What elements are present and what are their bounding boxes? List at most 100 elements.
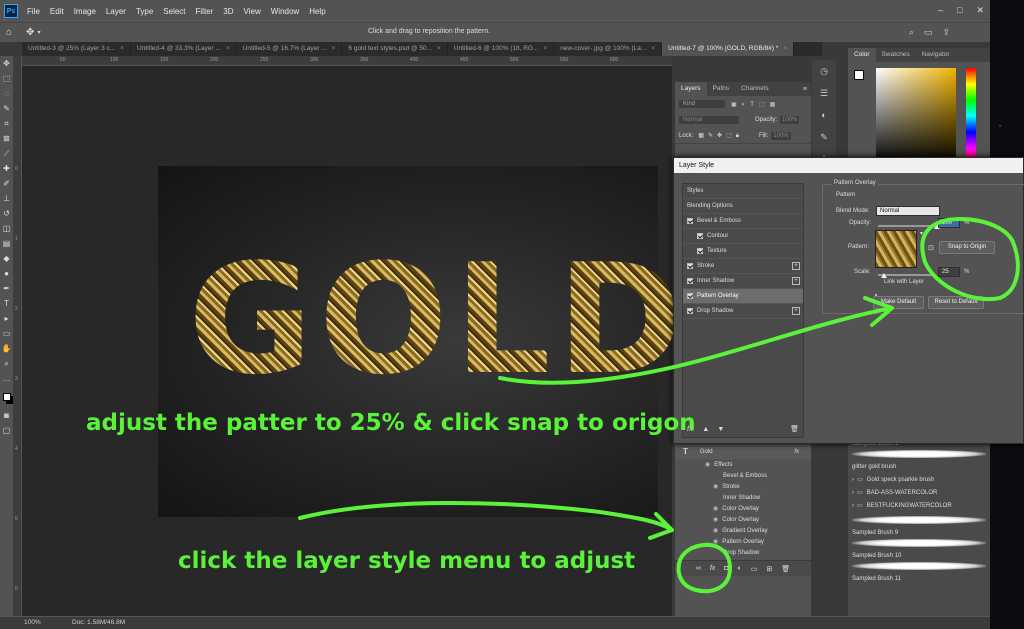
adjustments-panel-icon[interactable]: ◐	[812, 104, 836, 126]
brush-item[interactable]: Sampled Brush 10	[848, 549, 990, 562]
eye-icon[interactable]: ◉	[713, 538, 718, 545]
checkbox[interactable]	[687, 293, 693, 299]
add-mask-icon[interactable]: ◘	[724, 565, 728, 572]
delete-layer-icon[interactable]: 🗑︎	[781, 565, 790, 573]
add-layer-style-icon[interactable]: fx	[710, 565, 715, 572]
search-icon[interactable]: ⌕	[909, 27, 914, 38]
tab-untitled-3[interactable]: Untitled-3 @ 25% (Layer 3 c... ×	[22, 42, 131, 56]
style-item-drop-shadow[interactable]: Drop Shadow +	[683, 304, 803, 319]
brush-item[interactable]: Sampled Brush 11	[848, 572, 990, 585]
tab-untitled-5[interactable]: Untitled-5 @ 16.7% (Layer ... ×	[237, 42, 343, 56]
close-tab-icon[interactable]: ×	[437, 45, 441, 52]
close-tab-icon[interactable]: ×	[651, 45, 655, 52]
lock-icons[interactable]: ▦✎✥⬚🔒︎	[698, 132, 743, 140]
marquee-tool-icon[interactable]: ⬚	[0, 71, 13, 86]
tab-layers[interactable]: Layers	[675, 82, 707, 96]
add-effect-icon[interactable]: +	[792, 277, 800, 285]
effect-item[interactable]: ◉ Color Overlay	[675, 503, 811, 514]
share-icon[interactable]: ⇪	[942, 27, 950, 38]
menu-help[interactable]: Help	[304, 7, 330, 16]
move-tool-icon[interactable]: ✥	[0, 56, 13, 71]
scale-slider-knob[interactable]	[881, 273, 887, 278]
blending-options-item[interactable]: Blending Options	[683, 199, 803, 214]
link-layers-icon[interactable]: ∞	[696, 565, 701, 572]
checkbox[interactable]	[687, 308, 693, 314]
foreground-color-swatch[interactable]	[854, 70, 864, 80]
style-item-inner-shadow[interactable]: Inner Shadow +	[683, 274, 803, 289]
screen-mode-icon[interactable]: ▢	[0, 423, 13, 438]
tab-channels[interactable]: Channels	[735, 82, 774, 96]
tab-untitled-7[interactable]: Untitled-7 @ 100% (GOLD, RGB/8#) * ×	[662, 42, 795, 56]
quick-mask-icon[interactable]: ◙	[0, 408, 13, 423]
brush-folder[interactable]: › ▭ BESTFUCKINGWATERCOLOR	[848, 499, 990, 512]
pen-tool-icon[interactable]: ✒	[0, 281, 13, 296]
quick-select-tool-icon[interactable]: ✎	[0, 101, 13, 116]
opacity-input[interactable]: 100	[938, 218, 960, 228]
blur-tool-icon[interactable]: ◆	[0, 251, 13, 266]
history-panel-icon[interactable]: ◷	[812, 60, 836, 82]
more-tools-icon[interactable]: …	[0, 371, 13, 386]
properties-panel-icon[interactable]: ☰	[812, 82, 836, 104]
layer-fx-icon[interactable]: fx	[794, 449, 799, 455]
zoom-level[interactable]: 100%	[24, 619, 41, 626]
menu-filter[interactable]: Filter	[191, 7, 219, 16]
eye-icon[interactable]: ◉	[705, 461, 710, 468]
delete-effect-icon[interactable]: 🗑︎	[790, 425, 799, 433]
effect-item[interactable]: Inner Shadow	[675, 492, 811, 503]
scale-input[interactable]: 25	[938, 267, 960, 277]
tab-paths[interactable]: Paths	[707, 82, 736, 96]
close-tab-icon[interactable]: ×	[120, 45, 124, 52]
effects-row[interactable]: ◉ Effects	[675, 459, 811, 470]
crop-tool-icon[interactable]: ⌗	[0, 116, 13, 131]
tool-preset-chevron-icon[interactable]: ▾	[37, 29, 40, 36]
healing-brush-icon[interactable]: ✚	[0, 161, 13, 176]
arrow-down-icon[interactable]: ▼	[717, 426, 724, 433]
menu-image[interactable]: Image	[69, 7, 101, 16]
frame-tool-icon[interactable]: ⊠	[0, 131, 13, 146]
eyedropper-tool-icon[interactable]: ⟋	[0, 146, 13, 161]
add-effect-icon[interactable]: +	[792, 307, 800, 315]
checkbox[interactable]	[697, 248, 703, 254]
eye-icon[interactable]: ◉	[713, 505, 718, 512]
hue-slider[interactable]	[966, 68, 976, 164]
tab-navigator[interactable]: Navigator	[916, 48, 956, 62]
menu-layer[interactable]: Layer	[101, 7, 131, 16]
tab-swatches[interactable]: Swatches	[876, 48, 916, 62]
checkbox[interactable]	[697, 233, 703, 239]
zoom-tool-icon[interactable]: ⌕	[0, 356, 13, 371]
snap-to-origin-button[interactable]: Snap to Origin	[939, 241, 995, 254]
brush-settings-icon[interactable]: ✎	[812, 126, 836, 148]
eye-icon[interactable]: ◉	[713, 527, 718, 534]
fill-input[interactable]: 100%	[771, 131, 791, 140]
eye-icon[interactable]: ◉	[713, 483, 718, 490]
maximize-button[interactable]: □	[957, 5, 962, 16]
styles-header[interactable]: Styles	[683, 184, 803, 199]
menu-file[interactable]: File	[22, 7, 45, 16]
checkbox[interactable]	[687, 263, 693, 269]
brush-item[interactable]: Sampled Brush 9	[848, 526, 990, 539]
menu-view[interactable]: View	[239, 7, 266, 16]
checkbox[interactable]	[687, 278, 693, 284]
style-item-stroke[interactable]: Stroke +	[683, 259, 803, 274]
blend-mode-select[interactable]: Normal	[679, 116, 739, 124]
tab-gold-text-styles[interactable]: 6 gold text styles.psd @ 50... ×	[342, 42, 448, 56]
document-canvas[interactable]: GOLD	[158, 166, 683, 517]
color-swatches-icon[interactable]	[0, 386, 13, 408]
pattern-dropdown-icon[interactable]: ▾	[920, 230, 923, 237]
menu-select[interactable]: Select	[158, 7, 190, 16]
close-tab-icon[interactable]: ×	[543, 45, 547, 52]
brush-folder[interactable]: › ▭ BAD-ASS-WATERCOLOR	[848, 486, 990, 499]
dodge-tool-icon[interactable]: ●	[0, 266, 13, 281]
new-layer-icon[interactable]: ⊞	[766, 565, 772, 573]
history-brush-icon[interactable]: ↺	[0, 206, 13, 221]
tab-untitled-6[interactable]: Untitled-6 @ 100% (18, RG... ×	[448, 42, 555, 56]
close-tab-icon[interactable]: ×	[783, 45, 787, 52]
menu-3d[interactable]: 3D	[218, 7, 238, 16]
tab-untitled-4[interactable]: Untitled-4 @ 33.3% (Layer ... ×	[131, 42, 237, 56]
style-item-pattern-overlay[interactable]: Pattern Overlay	[683, 289, 803, 304]
opacity-slider[interactable]	[878, 225, 938, 227]
checkbox[interactable]	[687, 218, 693, 224]
arrow-up-icon[interactable]: ▲	[702, 426, 709, 433]
adjustment-layer-icon[interactable]: ◐	[738, 565, 742, 572]
tab-color[interactable]: Color	[848, 48, 876, 62]
